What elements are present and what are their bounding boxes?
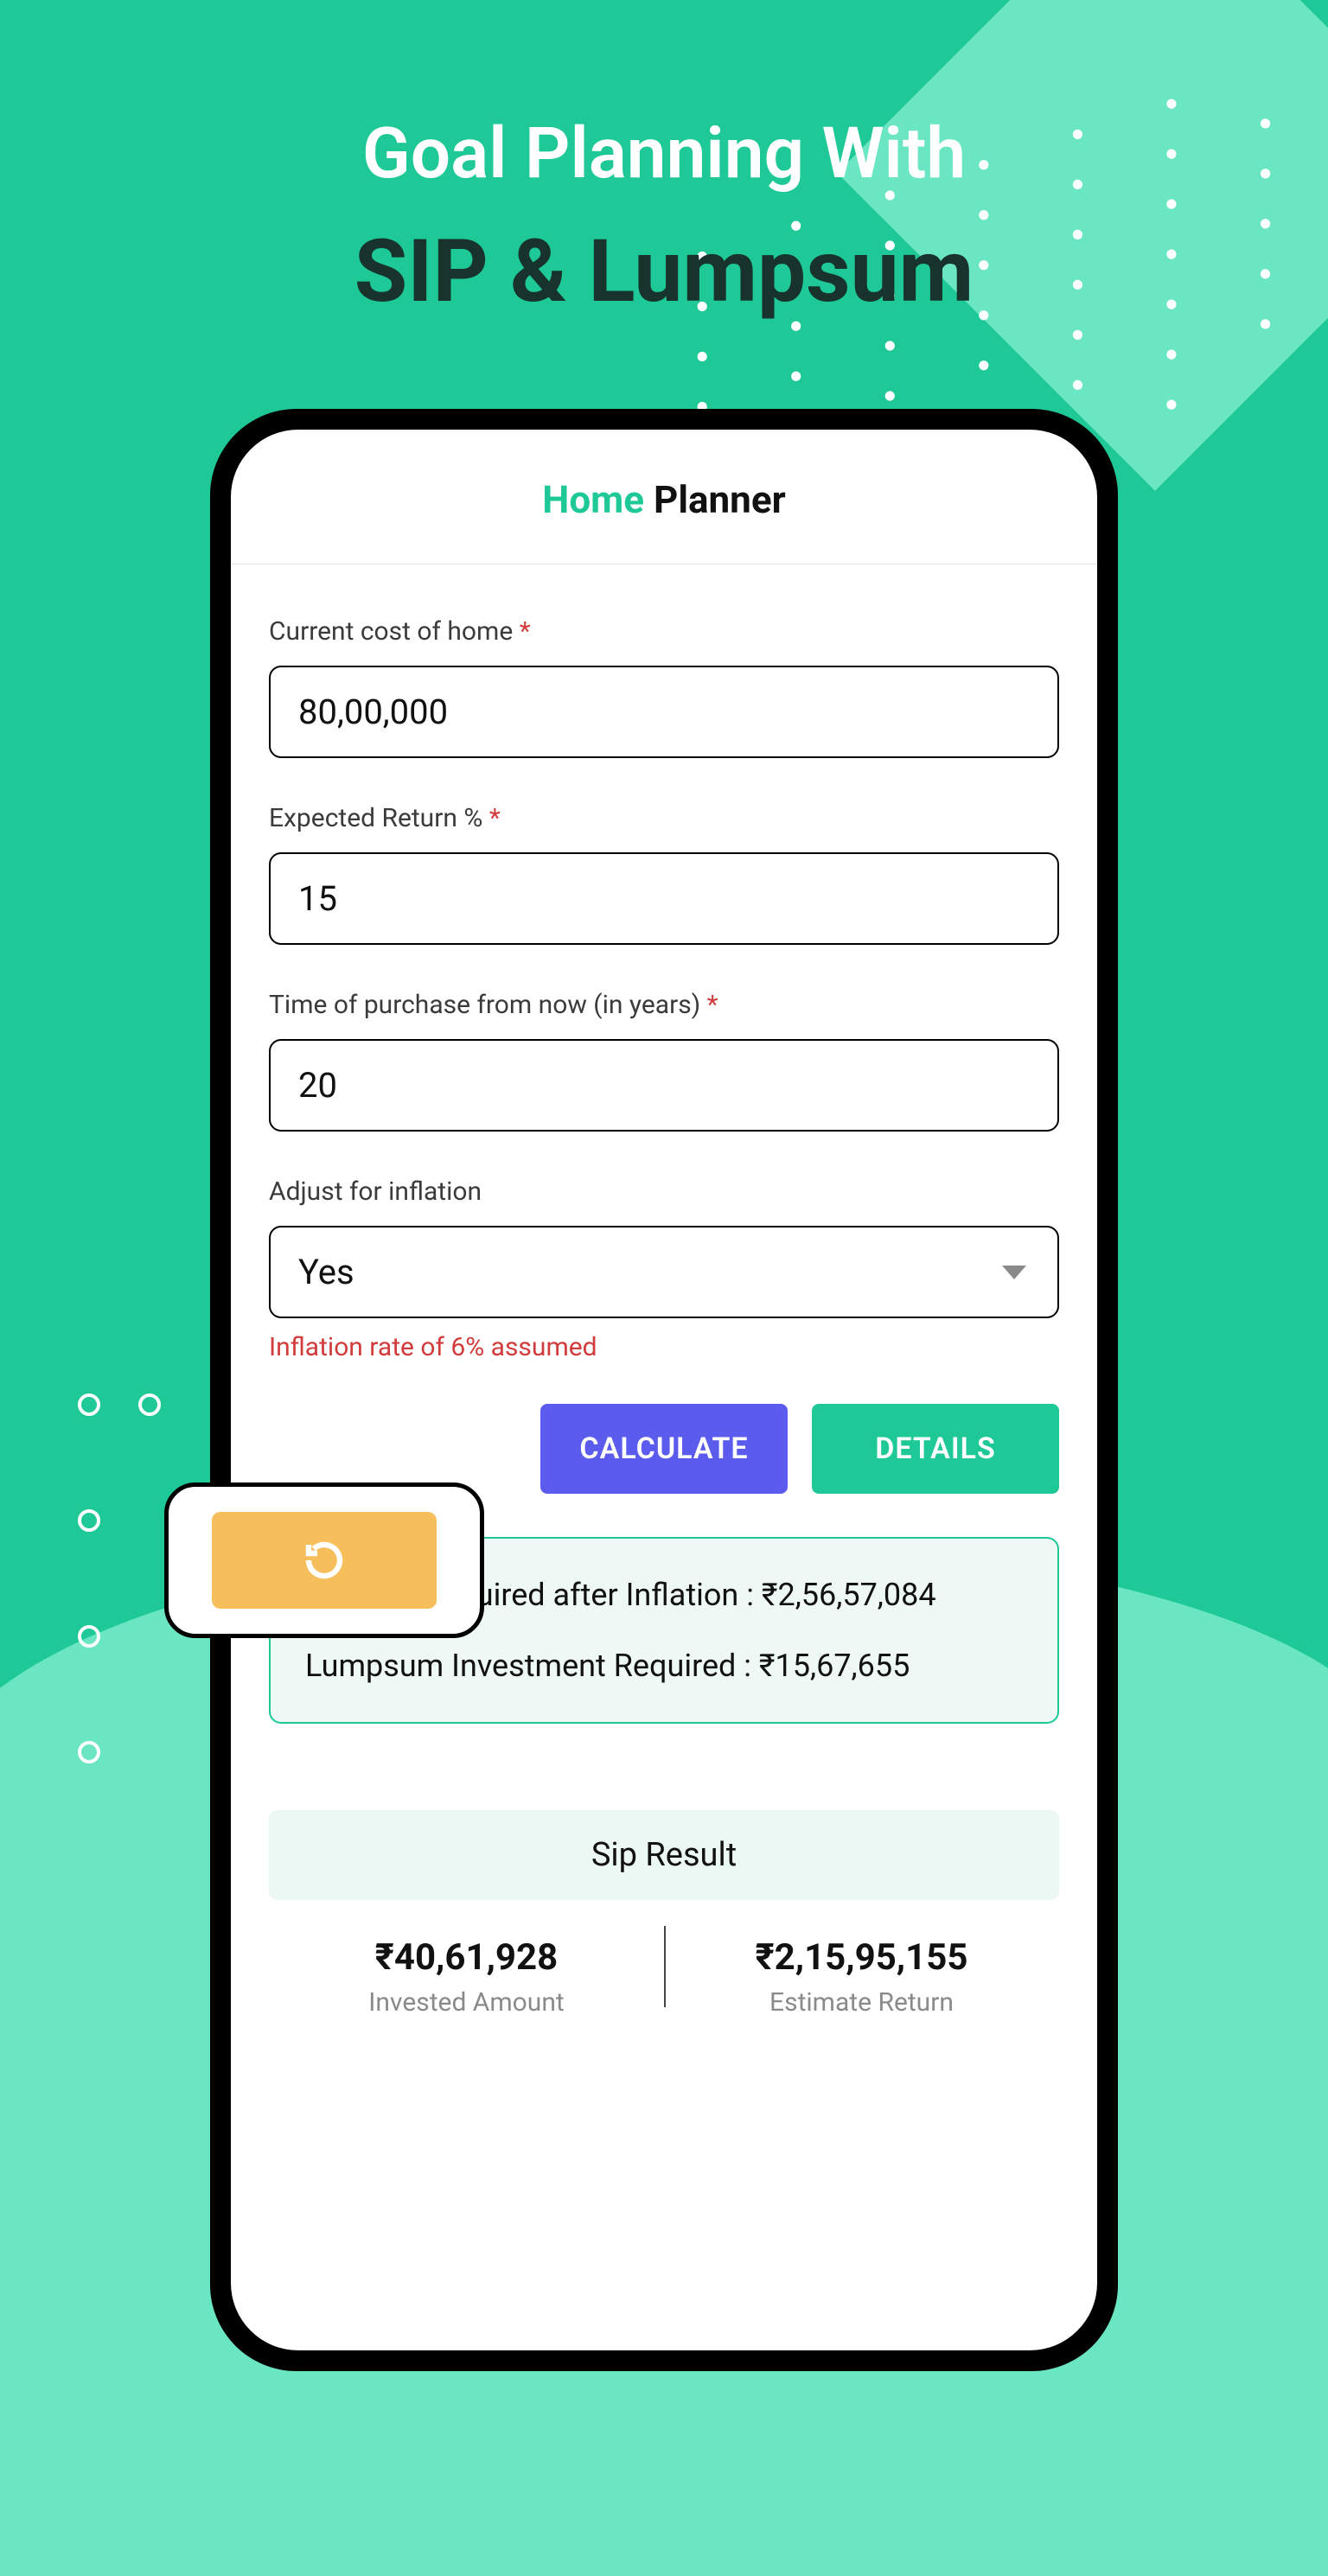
field-label: Adjust for inflation bbox=[269, 1176, 1059, 1207]
label-text: Current cost of home bbox=[269, 616, 520, 647]
field-label: Time of purchase from now (in years) * bbox=[269, 990, 1059, 1020]
action-row: CALCULATE DETAILS bbox=[269, 1404, 1059, 1494]
required-mark: * bbox=[707, 990, 718, 1020]
field-label: Current cost of home * bbox=[269, 616, 1059, 647]
reset-slot bbox=[269, 1406, 516, 1492]
phone-frame: Home Planner Current cost of home * Expe… bbox=[210, 409, 1118, 2371]
sip-return: ₹2,15,95,155 Estimate Return bbox=[664, 1936, 1059, 2018]
decorative-circles bbox=[138, 1349, 161, 1464]
separator bbox=[664, 1926, 666, 2007]
refresh-icon bbox=[303, 1540, 345, 1581]
sip-invested-value: ₹40,61,928 bbox=[269, 1936, 664, 1979]
time-years-input[interactable] bbox=[269, 1039, 1059, 1132]
sip-return-value: ₹2,15,95,155 bbox=[664, 1936, 1059, 1979]
reset-button[interactable] bbox=[212, 1512, 437, 1609]
reset-card bbox=[164, 1482, 484, 1638]
hero-subtitle: Goal Planning With bbox=[0, 112, 1328, 195]
field-label: Expected Return % * bbox=[269, 803, 1059, 833]
field-expected-return: Expected Return % * bbox=[269, 803, 1059, 945]
hero-title: SIP & Lumpsum bbox=[0, 221, 1328, 322]
field-inflation: Adjust for inflation Yes Inflation rate … bbox=[269, 1176, 1059, 1362]
sip-result-heading: Sip Result bbox=[269, 1810, 1059, 1900]
result-line-lumpsum: Lumpsum Investment Required : ₹15,67,655 bbox=[305, 1642, 1023, 1689]
required-mark: * bbox=[520, 616, 531, 647]
inflation-select[interactable]: Yes bbox=[269, 1226, 1059, 1318]
decorative-circles bbox=[78, 1349, 100, 1812]
required-mark: * bbox=[489, 803, 501, 833]
page-title: Home Planner bbox=[269, 464, 1059, 564]
field-current-cost: Current cost of home * bbox=[269, 616, 1059, 758]
app-screen: Home Planner Current cost of home * Expe… bbox=[231, 430, 1097, 2350]
current-cost-input[interactable] bbox=[269, 666, 1059, 758]
expected-return-input[interactable] bbox=[269, 852, 1059, 945]
page-title-base: Planner bbox=[644, 477, 786, 522]
inflation-hint: Inflation rate of 6% assumed bbox=[269, 1332, 1059, 1362]
calculate-button[interactable]: CALCULATE bbox=[540, 1404, 788, 1494]
page-title-accent: Home bbox=[542, 477, 644, 522]
sip-invested-label: Invested Amount bbox=[269, 1987, 664, 2018]
details-button[interactable]: DETAILS bbox=[812, 1404, 1059, 1494]
label-text: Time of purchase from now (in years) bbox=[269, 990, 707, 1020]
sip-invested: ₹40,61,928 Invested Amount bbox=[269, 1936, 664, 2018]
label-text: Expected Return % bbox=[269, 803, 489, 833]
sip-return-label: Estimate Return bbox=[664, 1987, 1059, 2018]
chevron-down-icon bbox=[1002, 1266, 1026, 1279]
field-time-years: Time of purchase from now (in years) * bbox=[269, 990, 1059, 1132]
sip-columns: ₹40,61,928 Invested Amount ₹2,15,95,155 … bbox=[269, 1936, 1059, 2018]
